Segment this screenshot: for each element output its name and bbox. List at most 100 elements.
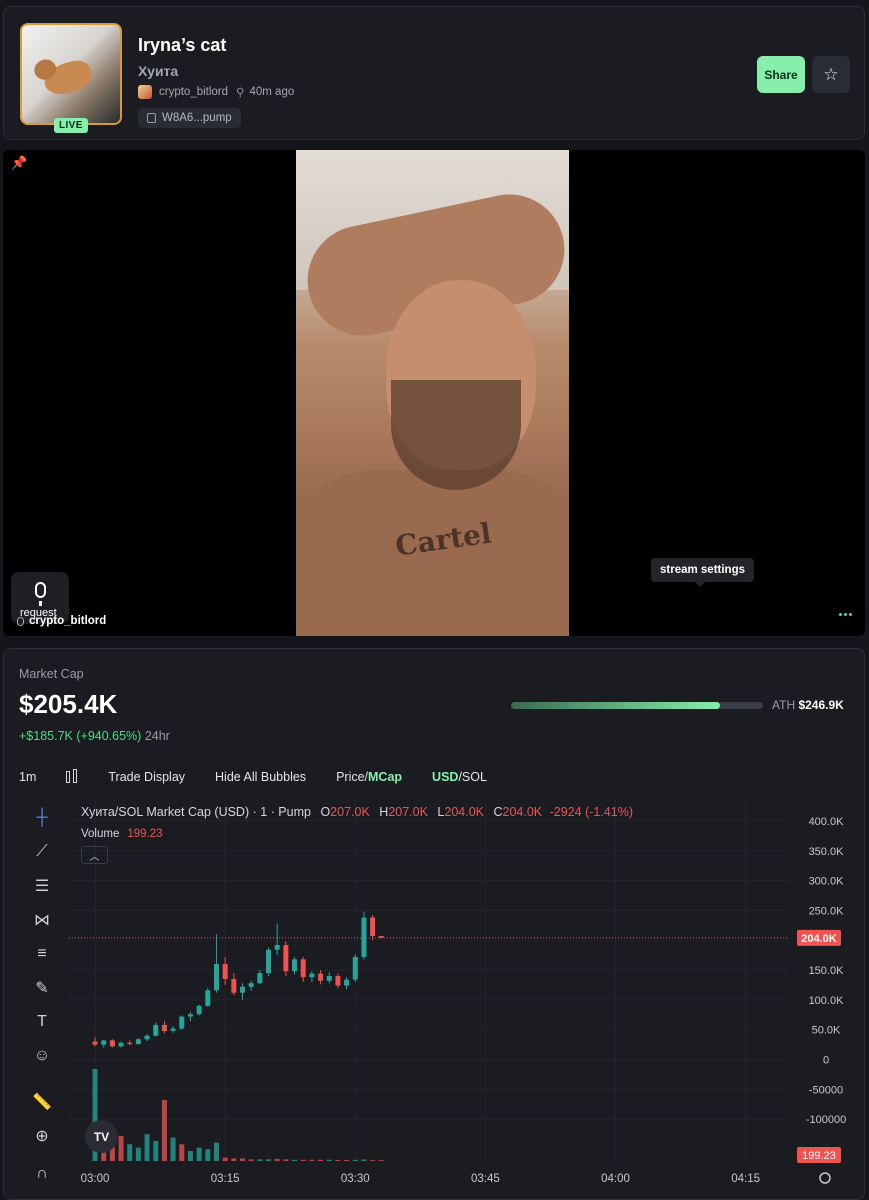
change-pct: (+940.65%) (76, 729, 142, 743)
volume-bar (144, 1134, 150, 1161)
last-volume-label: 199.23 (802, 1150, 836, 1162)
close-label: C (493, 805, 503, 819)
volume-bar (292, 1159, 298, 1161)
usd-sol-toggle[interactable]: USD/SOL (432, 770, 487, 784)
y-tick-label: 150.0K (809, 965, 845, 977)
y-tick-label: 0 (823, 1055, 829, 1067)
ath-label: ATH (772, 698, 796, 712)
cat-image (40, 56, 96, 100)
favorite-button[interactable]: ☆ (812, 56, 850, 93)
candle-body (196, 1005, 202, 1015)
creator-name[interactable]: crypto_bitlord (159, 86, 228, 98)
text-tool-icon[interactable]: T (31, 1011, 53, 1033)
livestream-player[interactable]: 📌 Cartel request crypto_bitlord stream s… (3, 150, 865, 636)
collapse-legend-button[interactable]: ︿ (81, 846, 108, 864)
contract-address: W8A6...pump (162, 112, 232, 124)
star-icon: ☆ (823, 64, 839, 84)
volume-bar (239, 1158, 245, 1161)
candle-body (248, 983, 254, 987)
candle-body (266, 949, 272, 974)
streamer-name: crypto_bitlord (29, 615, 107, 627)
share-button[interactable]: Share (757, 56, 805, 93)
candlestick-icon[interactable] (66, 769, 78, 785)
candle-body (239, 986, 245, 993)
zoom-in-icon[interactable]: ⊕ (31, 1125, 53, 1147)
volume-value: 199.23 (127, 828, 163, 840)
volume-bar (283, 1159, 289, 1161)
candle-body (161, 1024, 167, 1031)
token-image[interactable] (20, 23, 122, 125)
y-tick-label: 250.0K (809, 905, 845, 917)
volume-bar (231, 1158, 237, 1161)
interval-selector[interactable]: 1m (19, 770, 36, 784)
y-tick-label: 100.0K (809, 995, 845, 1007)
candle-body (326, 976, 332, 981)
crosshair-icon[interactable]: ┼ (31, 807, 53, 829)
ruler-icon[interactable]: 📏 (31, 1091, 53, 1113)
emoji-icon[interactable]: ☺ (31, 1045, 53, 1067)
volume-bar (318, 1159, 324, 1161)
volume-bar (300, 1159, 306, 1161)
hide-bubbles-button[interactable]: Hide All Bubbles (215, 770, 306, 784)
candle-body (118, 1042, 124, 1047)
magnet-icon[interactable]: ∩ (31, 1163, 53, 1185)
trend-line-icon[interactable]: ⟋ (31, 841, 53, 863)
volume-bar (187, 1150, 193, 1161)
candle-body (370, 917, 376, 937)
candle-body (335, 976, 341, 986)
volume-bar (170, 1137, 176, 1161)
fib-retracement-icon[interactable]: ≡ (31, 943, 53, 965)
contract-address-pill[interactable]: W8A6...pump (138, 108, 241, 128)
candle-body (109, 1040, 115, 1047)
volume-bar (344, 1159, 350, 1161)
sol-option: /SOL (458, 770, 487, 784)
market-card: Market Cap $205.4K +$185.7K (+940.65%) 2… (3, 648, 865, 1200)
tradingview-logo[interactable]: TV (85, 1120, 118, 1153)
chart-settings-icon (819, 1172, 831, 1184)
candle-body (309, 973, 315, 978)
ath-value: $246.9K (798, 698, 844, 712)
volume-bar (326, 1159, 332, 1161)
creator-row: crypto_bitlord ⚲ 40m ago (138, 85, 294, 99)
volume-bar (274, 1158, 280, 1161)
x-tick-label: 04:00 (601, 1173, 630, 1185)
volume-bar (179, 1144, 185, 1161)
candle-body (283, 945, 289, 972)
token-ticker: Хуита (138, 63, 179, 79)
pair-label: Хуита/SOL Market Cap (USD) · 1 · Pump (81, 805, 311, 819)
x-tick-label: 03:15 (211, 1173, 240, 1185)
horizontal-lines-icon[interactable]: ☰ (31, 875, 53, 897)
open-label: O (320, 805, 331, 819)
x-tick-label: 03:30 (341, 1173, 370, 1185)
volume-label: Volume (81, 828, 120, 840)
candle-body (187, 1014, 193, 1017)
market-cap-label: Market Cap (19, 667, 84, 681)
token-title: Iryna’s cat (138, 35, 227, 55)
y-tick-label: 400.0K (809, 816, 845, 828)
streamer-label: crypto_bitlord (17, 615, 106, 627)
change-value: -2924 (-1.41%) (549, 805, 633, 819)
trade-display-button[interactable]: Trade Display (108, 770, 185, 784)
pattern-icon[interactable]: ⋈ (31, 909, 53, 931)
change-abs: +$185.7K (19, 729, 73, 743)
candle-body (352, 956, 358, 980)
volume-bar (266, 1159, 272, 1161)
candle-body (318, 973, 324, 981)
chart-legend: Хуита/SOL Market Cap (USD) · 1 · Pump O2… (81, 805, 633, 819)
price-chart[interactable]: ┼ ⟋ ☰ ⋈ ≡ ✎ T ☺ 📏 ⊕ ∩ 400.0K 350.0K 300.0K… (19, 799, 864, 1199)
x-tick-label: 04:15 (731, 1173, 760, 1185)
candle-body (170, 1028, 176, 1031)
stream-settings-tooltip: stream settings (651, 558, 755, 587)
market-cap-value: $205.4K (19, 689, 118, 719)
candle-body (231, 979, 237, 993)
stream-settings-button[interactable] (839, 613, 852, 616)
brush-icon[interactable]: ✎ (31, 977, 53, 999)
creator-avatar[interactable] (138, 85, 152, 99)
chart-canvas[interactable]: 400.0K 350.0K 300.0K 250.0K 150.0K 100.0K 50.0… (69, 799, 864, 1199)
mcap-option: MCap (368, 770, 403, 784)
candle-body (127, 1042, 133, 1045)
volume-bar (213, 1142, 219, 1161)
price-mcap-toggle[interactable]: Price/MCap (336, 770, 402, 784)
pin-icon[interactable]: 📌 (11, 155, 27, 171)
live-badge: LIVE (54, 118, 88, 133)
